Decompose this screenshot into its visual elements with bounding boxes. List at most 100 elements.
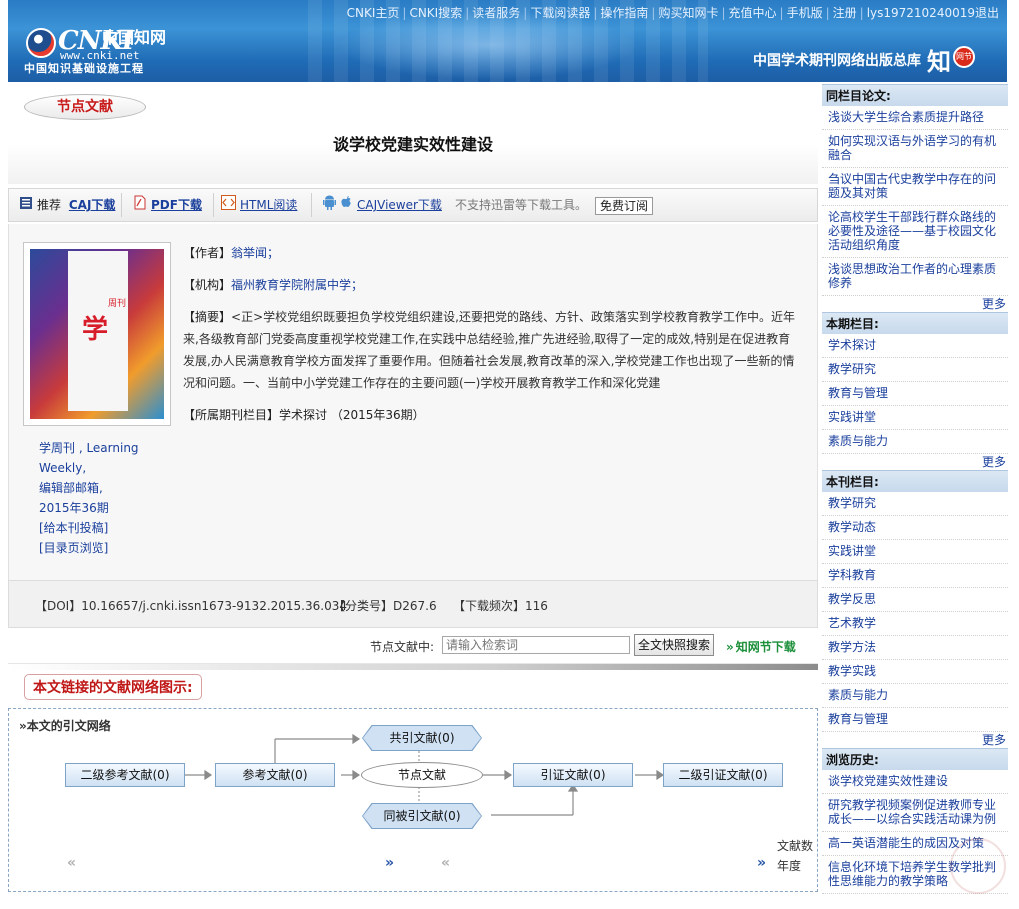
more-link[interactable]: 更多 — [982, 455, 1006, 469]
issue-link[interactable]: 2015年36期 — [39, 498, 159, 518]
list-item: 教学方法 — [822, 636, 1008, 660]
org-link[interactable]: 福州教育学院附属中学； — [231, 278, 363, 292]
center-node[interactable]: 节点文献 — [361, 762, 483, 788]
logo-cn: 中国知网 — [102, 28, 167, 47]
nav-download-reader[interactable]: 下载阅读器 — [530, 6, 590, 20]
section-shadow — [8, 664, 818, 670]
network-heading: 本文链接的文献网络图示: — [24, 674, 202, 700]
node-download-link[interactable]: » 知网节下载 — [726, 638, 796, 655]
badge-dot: 网节 — [953, 46, 975, 68]
author-row: 【作者】翁举闻； — [183, 246, 280, 260]
html-read-link[interactable]: HTML阅读 — [240, 198, 297, 212]
article-detail: 学 周刊 学周刊 , Learning Weekly, 编辑部邮箱, 2015年… — [8, 224, 818, 580]
download-bar: 推荐 CAJ下载 PDF下载 HTML阅读 CAJViewer下载 不支持迅雷等… — [8, 188, 818, 222]
caj-download-link[interactable]: CAJ下载 — [69, 198, 116, 212]
list-item: 论高校学生干部践行群众路线的必要性及途径——基于校园文化活动组织角度 — [822, 206, 1008, 258]
title-area: 节点文献 谈学校党建实效性建设 — [8, 84, 818, 184]
cite-node[interactable]: 引证文献(0) — [513, 763, 633, 787]
sidebar-same-column-head: 同栏目论文: — [822, 84, 1008, 106]
second-cite-node[interactable]: 二级引证文献(0) — [663, 763, 783, 787]
list-item: 学术探讨 — [822, 334, 1008, 358]
nav-cnki-search[interactable]: CNKI搜索 — [409, 6, 462, 20]
list-item: 浅谈思想政治工作者的心理素质修养 — [822, 258, 1008, 296]
download-count: 【下载频次】116 — [453, 599, 548, 613]
citation-network: »本文的引文网络 二级参考文献(0) 参考文献(0) 节点文献 引证文献(0) … — [8, 708, 818, 892]
sidebar-journal-column-head: 本刊栏目: — [822, 470, 1008, 492]
cajviewer-download-link[interactable]: CAJViewer下载 — [357, 198, 442, 212]
journal-cover[interactable]: 学 周刊 — [23, 242, 171, 426]
chart2-next-arrow[interactable]: » — [757, 855, 766, 871]
nav-reader-service[interactable]: 读者服务 — [472, 6, 520, 20]
double-arrow-icon: » — [726, 640, 734, 654]
author-link[interactable]: 翁举闻； — [231, 246, 279, 260]
pdf-download-link[interactable]: PDF下载 — [151, 198, 202, 212]
submit-link[interactable]: [给本刊投稿] — [39, 518, 159, 538]
list-item: 如何实现汉语与外语学习的有机融合 — [822, 130, 1008, 168]
list-item: 研究教学视频案例促进教师专业成长——以综合实践活动课为例 — [822, 794, 1008, 832]
editor-email-link[interactable]: 编辑部邮箱, — [39, 478, 159, 498]
co-cited-node[interactable]: 同被引文献(0) — [363, 804, 481, 828]
cnki-logo[interactable]: CNKI 中国知网 www.cnki.net 中国知识基础设施工程 — [22, 22, 172, 75]
journal-name-link[interactable]: 学周刊 , Learning — [39, 438, 159, 458]
list-item: 学科教育 — [822, 564, 1008, 588]
cover-small: 周刊 — [108, 299, 127, 309]
list-item: 素质与能力 — [822, 684, 1008, 708]
ref-node[interactable]: 参考文献(0) — [215, 763, 335, 787]
column-row: 【所属期刊栏目】学术探讨 （2015年36期） — [183, 408, 425, 422]
header-slogan: 中国学术期刊网络出版总库 — [753, 53, 921, 69]
fulltext-search-button[interactable]: 全文快照搜索 — [634, 634, 715, 656]
second-ref-node[interactable]: 二级参考文献(0) — [65, 763, 185, 787]
nav-cnki-home[interactable]: CNKI主页 — [347, 6, 400, 20]
nav-buy-card[interactable]: 购买知网卡 — [658, 6, 718, 20]
more-link[interactable]: 更多 — [982, 733, 1006, 747]
free-subscribe-button[interactable]: 免费订阅 — [595, 197, 654, 215]
html-read-group: HTML阅读 — [221, 189, 297, 221]
abstract-text: <正>学校党组织既要担负学校党组织建设,还要把党的路线、方针、政策落实到学校教育… — [183, 310, 795, 390]
zhiwangjie-badge: 知 网节 — [927, 42, 985, 76]
divider — [121, 193, 122, 217]
more-row: 更多 — [822, 732, 1008, 748]
toc-link[interactable]: [目录页浏览] — [39, 538, 159, 558]
nav-recharge[interactable]: 充值中心 — [729, 6, 777, 20]
book-icon — [19, 190, 33, 222]
pdf-icon — [133, 190, 147, 222]
list-item: 实践讲堂 — [822, 406, 1008, 430]
more-link[interactable]: 更多 — [982, 297, 1006, 311]
search-label: 节点文献中: — [370, 640, 435, 654]
journal-info: 学周刊 , Learning Weekly, 编辑部邮箱, 2015年36期 [… — [39, 438, 159, 558]
chart2-prev-arrow[interactable]: « — [441, 855, 450, 871]
article-meta: 【作者】翁举闻； 【机构】福州教育学院附属中学； 【摘要】<正>学校党组织既要担… — [183, 242, 799, 436]
list-item: 教学动态 — [822, 516, 1008, 540]
sidebar: 同栏目论文: 浅谈大学生综合素质提升路径 如何实现汉语与外语学习的有机融合 刍议… — [822, 84, 1008, 894]
list-item: 教育与管理 — [822, 708, 1008, 732]
co-cite-node[interactable]: 共引文献(0) — [363, 726, 481, 750]
download-note: 不支持迅雷等下载工具。 — [455, 198, 588, 212]
cover-image: 学 周刊 — [30, 249, 164, 419]
sidebar-history-head: 浏览历史: — [822, 748, 1008, 770]
chart-prev-arrow[interactable]: « — [67, 855, 76, 871]
list-item: 实践讲堂 — [822, 540, 1008, 564]
list-item: 刍议中国古代史教学中存在的问题及其对策 — [822, 168, 1008, 206]
site-header: CNKI 中国知网 www.cnki.net 中国知识基础设施工程 CNKI主页… — [8, 0, 1007, 82]
chart-next-arrow[interactable]: » — [385, 855, 394, 871]
same-column-list: 浅谈大学生综合素质提升路径 如何实现汉语与外语学习的有机融合 刍议中国古代史教学… — [822, 106, 1008, 296]
node-search-bar: 节点文献中: 全文快照搜索 »知网节下载 — [8, 628, 818, 664]
list-item: 教学研究 — [822, 492, 1008, 516]
org-row: 【机构】福州教育学院附属中学； — [183, 278, 364, 292]
nav-mobile[interactable]: 手机版 — [787, 6, 823, 20]
nav-register[interactable]: 注册 — [833, 6, 857, 20]
pdf-download-group: PDF下载 — [133, 189, 202, 221]
nav-logout[interactable]: lys197210240019退出 — [867, 6, 999, 20]
watermark-stamp — [950, 838, 1006, 894]
search-input[interactable] — [442, 636, 630, 654]
apple-icon — [340, 190, 353, 222]
journal-name-en[interactable]: Weekly, — [39, 458, 159, 478]
list-item: 教学研究 — [822, 358, 1008, 382]
node-doc-badge: 节点文献 — [24, 94, 146, 120]
cajviewer-group: CAJViewer下载 — [323, 189, 442, 221]
doi-bar: 【DOI】10.16657/j.cnki.issn1673-9132.2015.… — [8, 580, 818, 628]
logo-project: 中国知识基础设施工程 — [24, 62, 144, 75]
column-value: 学术探讨 （2015年36期） — [279, 408, 425, 422]
nav-guide[interactable]: 操作指南 — [600, 6, 648, 20]
list-item: 教学实践 — [822, 660, 1008, 684]
